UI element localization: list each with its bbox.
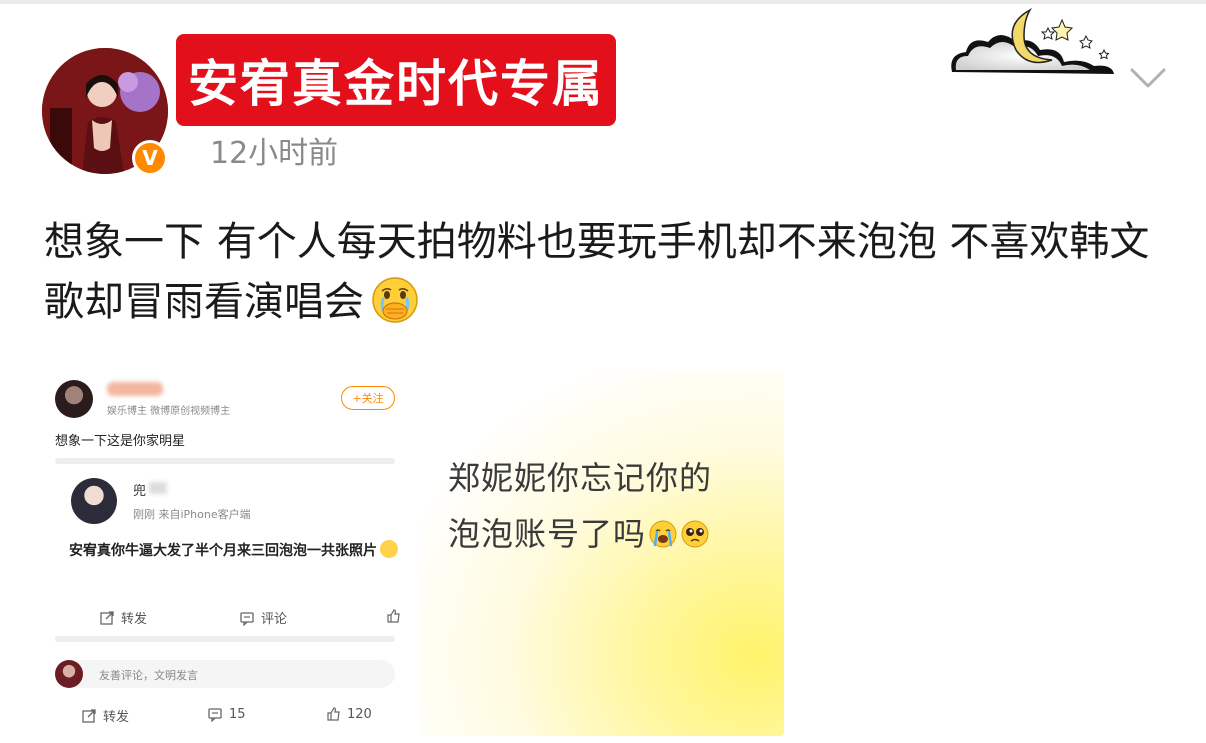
bottom-repost-label: 转发 [103, 710, 130, 725]
inner-caption: 想象一下这是你家明星 [55, 434, 186, 449]
post-time: 12小时前 [210, 136, 339, 171]
like-icon [387, 609, 400, 623]
loudly-crying-emoji-icon [649, 520, 677, 548]
reply-meta: 刚刚 来自iPhone客户端 [133, 508, 251, 521]
inner-repost-action: 转发 [99, 608, 147, 627]
bottom-like-count: 120 [347, 706, 372, 722]
post-image-2[interactable]: 郑妮妮你忘记你的 泡泡账号了吗 [420, 370, 784, 736]
inner-avatar [55, 380, 93, 418]
post-image-1[interactable]: 娱乐博主 微博原创视频博主 +关注 想象一下这是你家明星 兜 刚刚 来自iPho… [45, 364, 405, 736]
inner-like-action [385, 608, 401, 624]
bottom-comment-count: 15 [229, 706, 246, 722]
inner-separator-2 [55, 636, 395, 642]
comment-placeholder: 友善评论，文明发言 [99, 669, 198, 682]
reply-name-blur [149, 482, 167, 494]
top-divider [0, 0, 1206, 4]
repost-icon [100, 610, 114, 625]
reply-name: 兜 [133, 484, 147, 499]
inner-repost-label: 转发 [121, 612, 148, 627]
bottom-comment-action: 15 [207, 706, 246, 722]
inner-follow-button: +关注 [341, 386, 395, 410]
like-icon [327, 707, 340, 721]
comment-icon [240, 611, 254, 626]
chevron-down-icon[interactable] [1126, 60, 1170, 96]
inner-comment-label: 评论 [261, 612, 288, 627]
crying-face-covering-mouth-icon [372, 277, 418, 323]
inner-user-tags: 娱乐博主 微博原创视频博主 [107, 406, 231, 417]
reply-text-body: 安宥真你牛逼大发了半个月来三回泡泡一共张照片 [69, 543, 377, 559]
inner-comment-action: 评论 [239, 608, 287, 627]
inner-separator [55, 458, 395, 464]
blurred-username [107, 382, 163, 396]
image-text-line1: 郑妮妮你忘记你的 [448, 459, 713, 497]
username-label[interactable]: 安宥真金时代专属 [176, 34, 616, 126]
commenter-avatar [55, 660, 83, 688]
moon-cloud-decoration-icon [951, 8, 1114, 74]
comment-icon [208, 708, 222, 722]
reply-text: 安宥真你牛逼大发了半个月来三回泡泡一共张照片 [69, 538, 399, 564]
post-body: 想象一下 有个人每天拍物料也要玩手机却不来泡泡 不喜欢韩文歌却冒雨看演唱会 [44, 219, 1150, 325]
pleading-face-emoji-icon [681, 520, 709, 548]
reply-avatar [71, 478, 117, 524]
image-text-line2: 泡泡账号了吗 [448, 515, 647, 553]
bottom-repost-action: 转发 [81, 706, 129, 725]
verified-badge-icon: V [132, 140, 168, 176]
image-text: 郑妮妮你忘记你的 泡泡账号了吗 [448, 450, 768, 562]
bottom-like-action: 120 [325, 706, 372, 722]
repost-icon [82, 708, 96, 723]
smirk-emoji-icon [380, 540, 398, 558]
post-text: 想象一下 有个人每天拍物料也要玩手机却不来泡泡 不喜欢韩文歌却冒雨看演唱会 [44, 212, 1174, 332]
